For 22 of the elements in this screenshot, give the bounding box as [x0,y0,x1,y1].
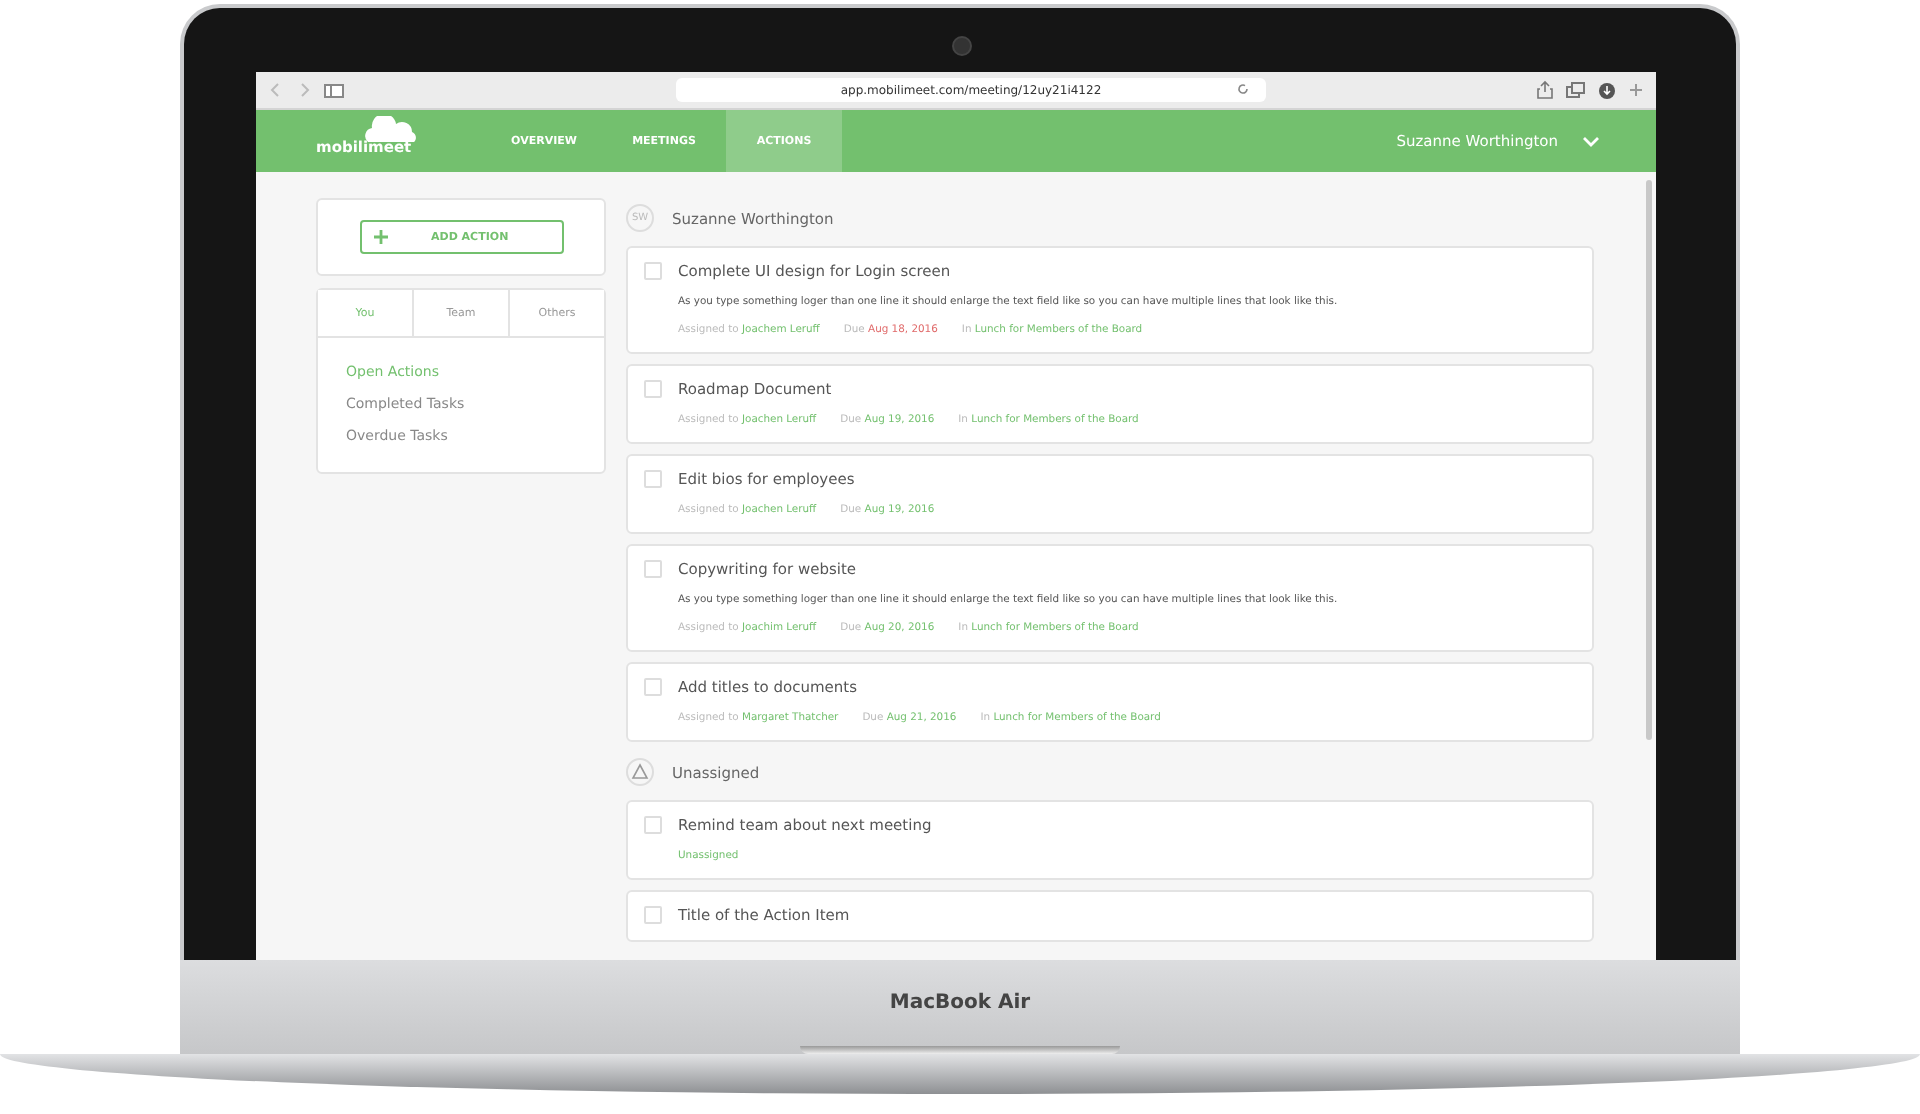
forward-icon[interactable] [296,82,312,98]
back-icon[interactable] [268,82,284,98]
sidebar-icon[interactable] [324,82,344,98]
camera-icon [952,36,972,56]
checkbox[interactable] [644,816,662,834]
cloud-icon [360,116,420,142]
checkbox[interactable] [644,678,662,696]
tabs-icon[interactable] [1566,82,1586,98]
share-icon[interactable] [1536,80,1554,100]
checkbox[interactable] [644,906,662,924]
checkbox[interactable] [644,560,662,578]
checkbox[interactable] [644,380,662,398]
plus-icon [373,230,387,244]
device-label: MacBook Air [889,992,1031,1014]
checkbox[interactable] [644,470,662,488]
download-icon[interactable] [1598,81,1616,99]
checkbox[interactable] [644,262,662,280]
plus-icon[interactable] [1628,82,1644,98]
warning-icon [626,758,654,786]
reload-icon[interactable] [1236,82,1250,96]
scrollbar[interactable] [1646,180,1652,740]
chevron-down-icon [1582,135,1600,147]
